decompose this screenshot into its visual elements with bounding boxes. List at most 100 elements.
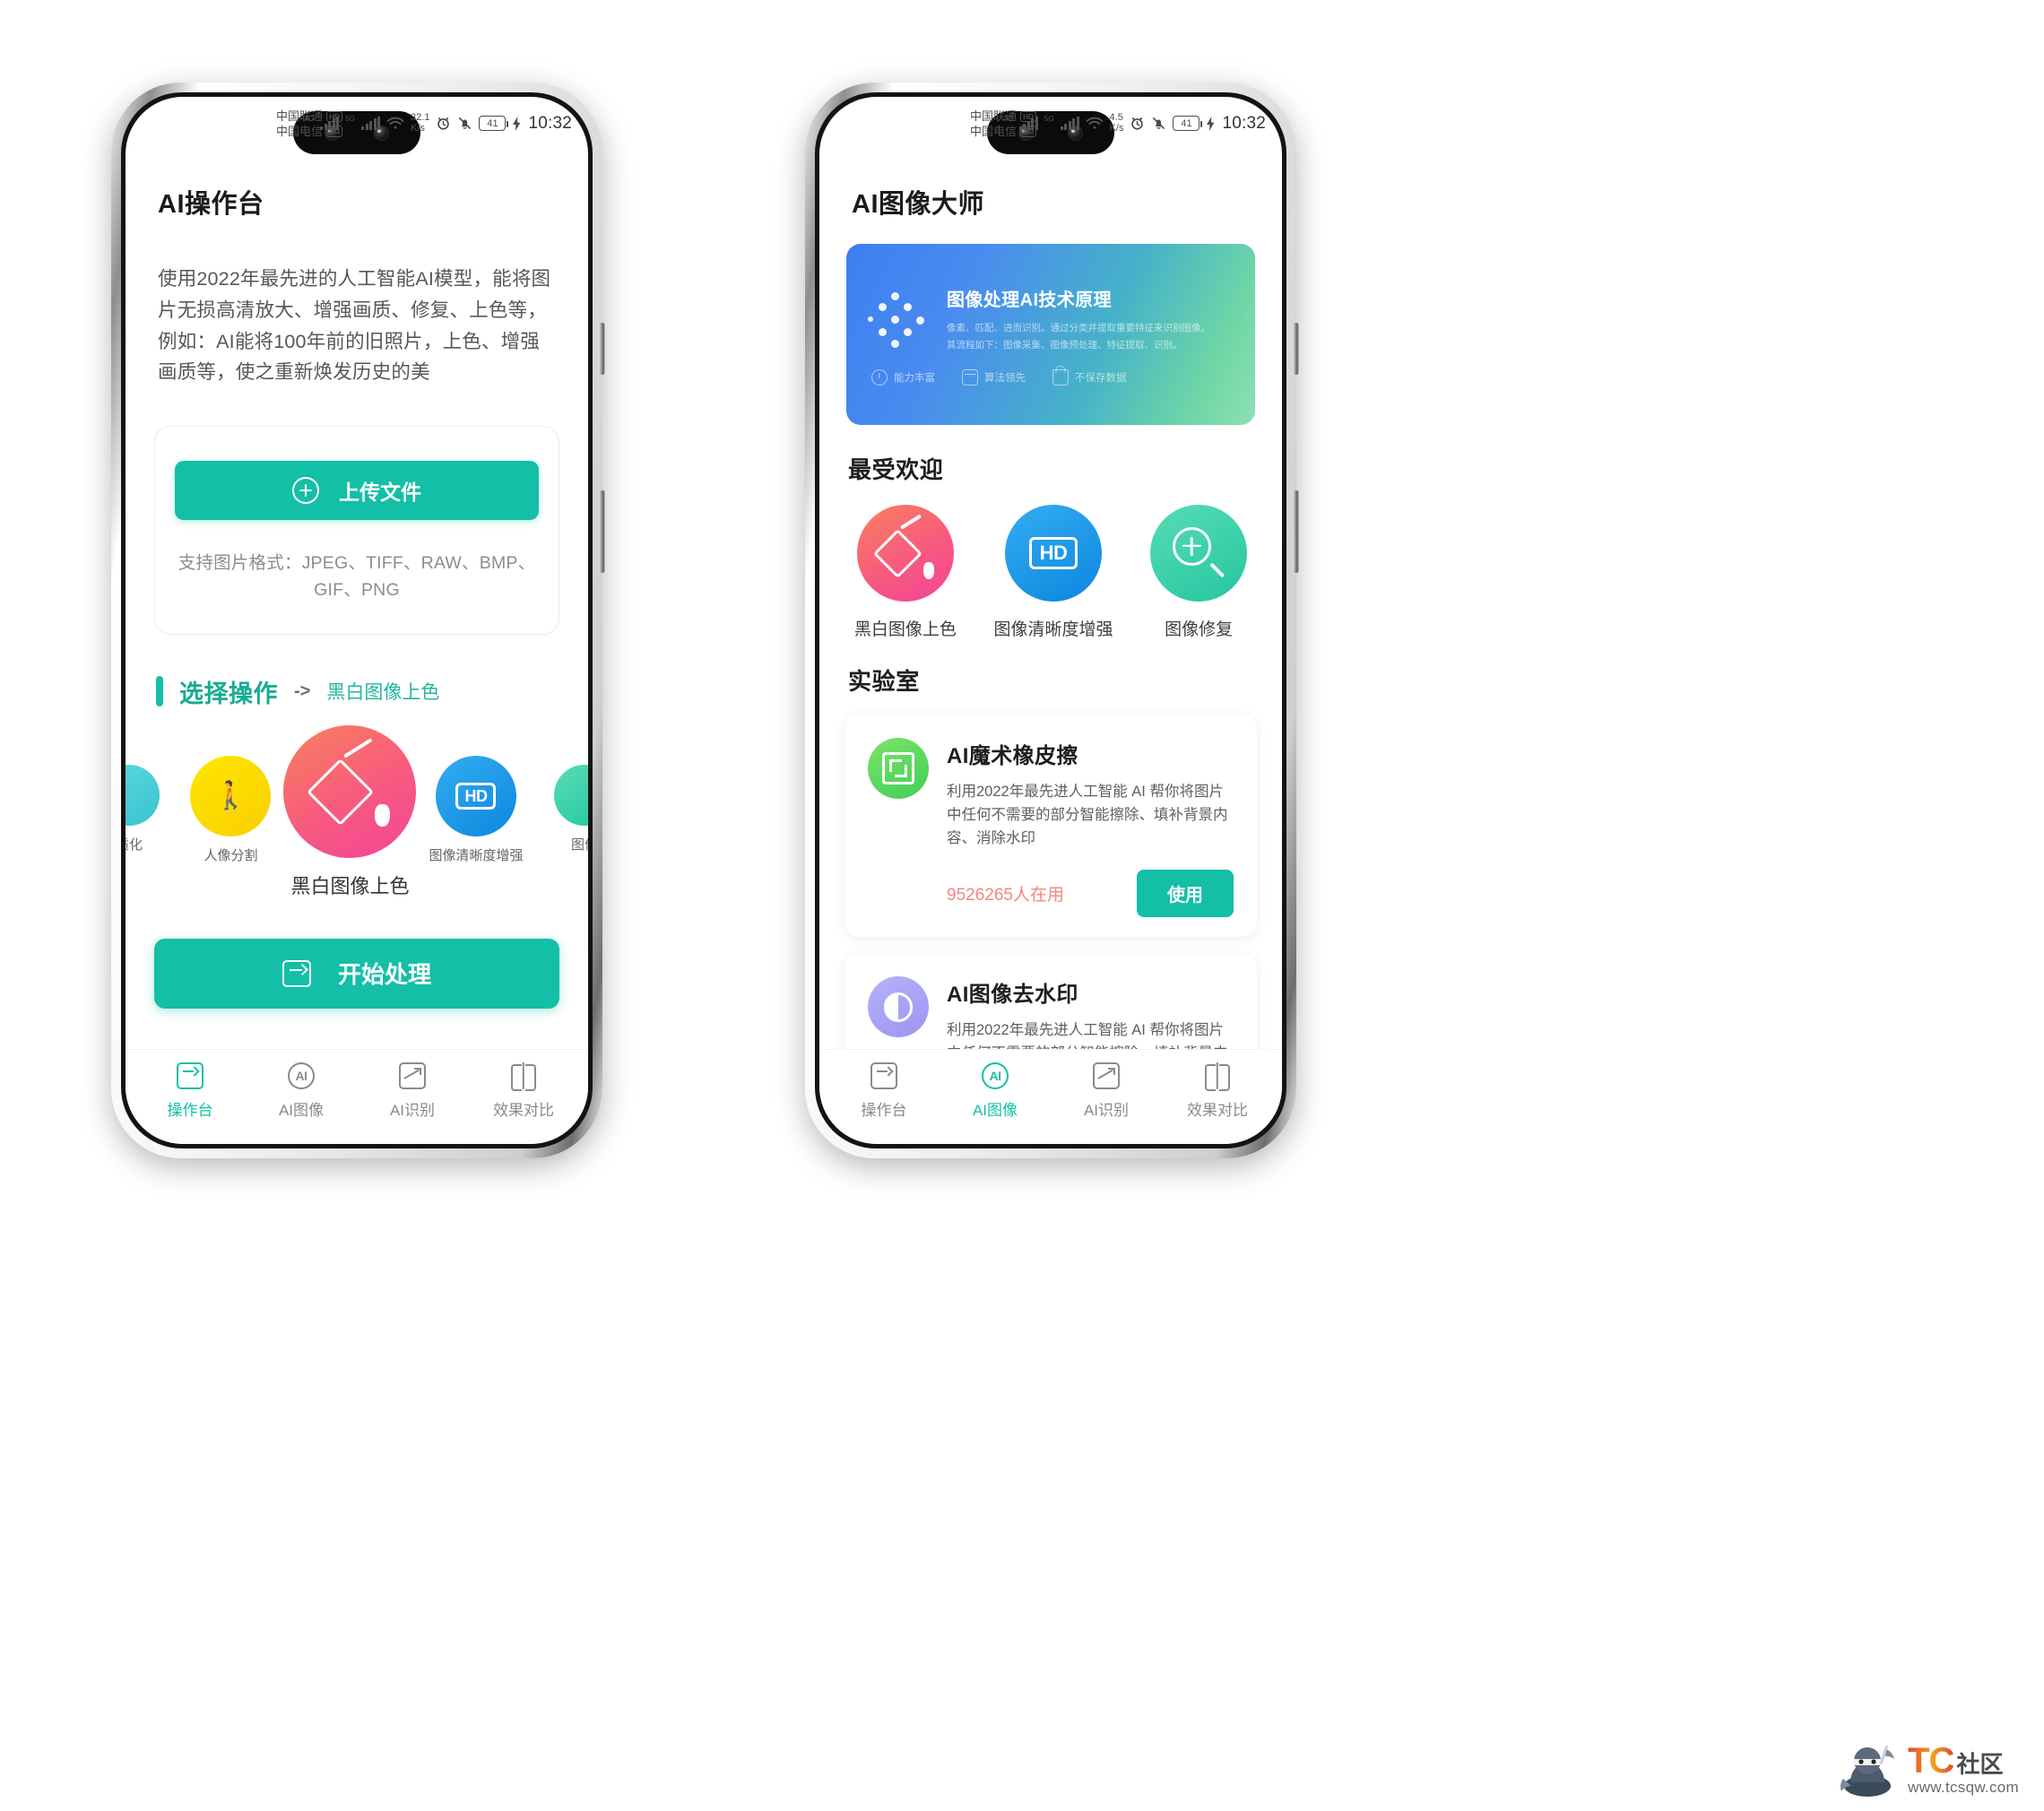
selected-operation-value: 黑白图像上色 (326, 682, 440, 704)
calendar-icon (962, 368, 978, 386)
contrast-circle-icon (868, 976, 929, 1038)
supported-formats-label: 支持图片格式：JPEG、TIFF、RAW、BMP、GIF、PNG (178, 553, 536, 600)
clock-label: 10:32 (528, 113, 572, 133)
charging-bolt-icon (1207, 116, 1215, 131)
upload-card: 上传文件 支持图片格式：JPEG、TIFF、RAW、BMP、GIF、PNG (154, 426, 559, 635)
lab-card-eraser[interactable]: AI魔术橡皮擦 利用2022年最先进人工智能 AI 帮你将图片中任何不需要的部分… (844, 715, 1257, 938)
tab-label: 操作台 (861, 1101, 907, 1119)
operation-carousel[interactable]: 质化 🚶 人像分割 黑白图像上色 (126, 724, 588, 899)
status-bar-right: 中国联通 HD 中国电信 HD 4G 5G 4.5 K/s 41 10:32 (819, 97, 1282, 163)
app-content-right: AI图像大师 图像处理AI技术原理 像素、匹配、进而识别。通过分类并提取重要特征… (819, 163, 1282, 1144)
use-button[interactable]: 使用 (1137, 870, 1234, 918)
signal-bars-secondary-icon (1060, 117, 1079, 131)
tab-ai-image[interactable]: AI AI图像 (246, 1061, 357, 1120)
lab-card-usage-count: 9526265人在用 (947, 886, 1064, 906)
tab-console[interactable]: 操作台 (134, 1061, 246, 1120)
power-button-left[interactable] (599, 490, 605, 573)
compare-icon (1204, 1061, 1231, 1091)
arrow-label: -> (294, 680, 311, 701)
paint-bucket-icon (283, 724, 417, 858)
app-content-left: AI操作台 使用2022年最先进的人工智能AI模型，能将图片无损高清放大、增强画… (126, 163, 588, 1144)
banner-features: 能力丰富 算法领先 不保存数据 (868, 368, 1234, 386)
list-item-label: 人像分割 (204, 847, 258, 863)
compare-icon (510, 1061, 537, 1091)
lab-card-description: 利用2022年最先进人工智能 AI 帮你将图片中任何不需要的部分智能擦除、填补背… (947, 784, 1228, 847)
charging-bolt-icon (513, 116, 521, 131)
tab-label: 操作台 (167, 1101, 213, 1119)
dot-pattern-icon (868, 292, 927, 351)
tab-label: AI识别 (389, 1101, 436, 1119)
page-title-left: AI操作台 (158, 190, 264, 219)
console-icon (870, 1061, 897, 1089)
list-item-selected[interactable]: 黑白图像上色 (283, 724, 417, 899)
list-item[interactable]: 🚶 人像分割 (190, 755, 272, 864)
tab-ai-recognize[interactable]: AI识别 (1051, 1061, 1162, 1120)
volume-button-right[interactable] (1293, 323, 1299, 375)
tab-compare[interactable]: 效果对比 (1162, 1061, 1273, 1120)
upload-file-button[interactable]: 上传文件 (175, 461, 539, 521)
network-speed: 32.1 K/s (411, 112, 430, 134)
watermark: TC 社区 www.tcsqw.com (1838, 1739, 2019, 1798)
description-text: 使用2022年最先进的人工智能AI模型，能将图片无损高清放大、增强画质、修复、上… (158, 268, 551, 384)
banner-feature-label: 能力丰富 (894, 372, 935, 384)
magnifier-plus-icon (1150, 505, 1248, 602)
network-gen-secondary-label: 5G (1044, 115, 1054, 123)
tab-compare[interactable]: 效果对比 (468, 1061, 579, 1120)
network-gen-secondary-label: 5G (345, 115, 356, 123)
ai-recognize-icon (399, 1061, 426, 1089)
tab-label: 效果对比 (493, 1101, 554, 1119)
popular-item-label: 黑白图像上色 (853, 620, 957, 639)
status-indicators-right: 4G 5G 4.5 K/s 41 10:32 (1003, 112, 1266, 134)
bell-muted-icon (459, 117, 472, 130)
plus-circle-icon (292, 477, 319, 505)
screen-left: 中国联通 HD 中国电信 HD 4G 5G 32.1 K/s 41 10:32 … (126, 97, 588, 1144)
tab-label: 效果对比 (1187, 1101, 1248, 1119)
volume-button-left[interactable] (599, 323, 605, 375)
popular-item-sharpness[interactable]: HD 图像清晰度增强 (994, 505, 1113, 640)
list-item[interactable]: HD 图像清晰度增强 (429, 755, 524, 864)
signal-bars-primary-icon (1018, 117, 1038, 131)
status-bar-left: 中国联通 HD 中国电信 HD 4G 5G 32.1 K/s 41 10:32 (126, 97, 588, 163)
network-speed: 4.5 K/s (1109, 112, 1124, 134)
frame-expand-icon (868, 738, 929, 799)
tab-bar-right: 操作台 AI AI图像 AI识别 效果对比 (819, 1049, 1282, 1144)
popular-item-colorize[interactable]: 黑白图像上色 (854, 505, 957, 640)
list-item[interactable]: 质化 (126, 764, 160, 854)
tab-console[interactable]: 操作台 (828, 1061, 940, 1120)
tab-label: AI图像 (278, 1101, 325, 1119)
banner-feature: 能力丰富 (871, 368, 935, 386)
image-repair-icon (554, 764, 588, 826)
power-button-right[interactable] (1293, 490, 1299, 573)
phone-left: 中国联通 HD 中国电信 HD 4G 5G 32.1 K/s 41 10:32 … (111, 82, 605, 1158)
list-item-label: 图像 (570, 836, 588, 853)
alarm-clock-icon (437, 117, 450, 130)
accent-bar (156, 676, 163, 707)
ai-image-icon: AI (288, 1061, 315, 1089)
hd-icon: HD (1005, 505, 1102, 602)
tab-ai-image[interactable]: AI AI图像 (940, 1061, 1051, 1120)
list-item[interactable]: 图像 (554, 764, 588, 854)
alarm-clock-icon (1131, 117, 1144, 130)
select-operation-title: 选择操作 (179, 680, 278, 707)
tab-label: AI图像 (972, 1101, 1018, 1119)
popular-item-label: 图像清晰度增强 (993, 620, 1113, 639)
watermark-brand: TC (1908, 1741, 1954, 1781)
clock-label: 10:32 (1222, 113, 1266, 133)
popular-item-repair[interactable]: 图像修复 (1150, 505, 1248, 640)
ai-principle-banner[interactable]: 图像处理AI技术原理 像素、匹配、进而识别。通过分类并提取重要特征来识别图像。 … (846, 244, 1255, 425)
banner-feature: 不保存数据 (1052, 368, 1127, 386)
popular-item-label: 图像修复 (1165, 620, 1234, 639)
watermark-url: www.tcsqw.com (1908, 1779, 2019, 1797)
tab-label: AI识别 (1083, 1101, 1130, 1119)
process-icon (281, 959, 311, 987)
banner-subtitle-line2: 其流程如下：图像采集、图像预处理、特征提取、识别。 (947, 339, 1182, 351)
banner-feature: 算法领先 (962, 368, 1026, 386)
tab-ai-recognize[interactable]: AI识别 (357, 1061, 468, 1120)
popular-grid: 黑白图像上色 HD 图像清晰度增强 图像修复 (836, 505, 1266, 640)
person-segment-icon: 🚶 (190, 755, 272, 836)
banner-feature-label: 算法领先 (984, 372, 1026, 384)
page-title-right: AI图像大师 (852, 190, 985, 219)
lab-card-title: AI魔术橡皮擦 (947, 744, 1078, 768)
start-process-button[interactable]: 开始处理 (154, 938, 559, 1009)
list-item-label: 质化 (126, 836, 143, 853)
